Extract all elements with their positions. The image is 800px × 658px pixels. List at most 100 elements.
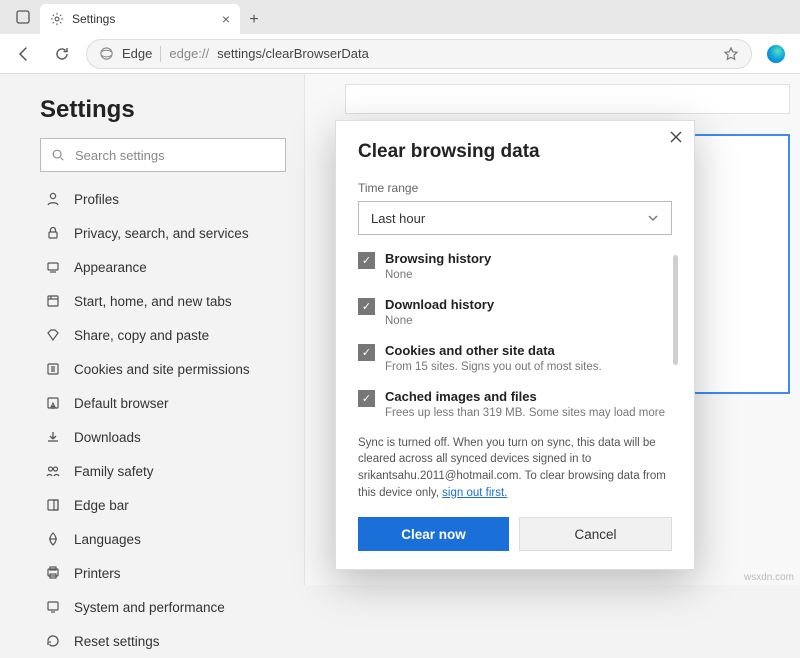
settings-sidebar: Settings Search settings Profiles Privacy… (0, 74, 305, 585)
menu-item-icon (44, 394, 62, 412)
star-icon (723, 46, 739, 62)
data-type-subtitle: None (385, 314, 494, 329)
menu-item-icon (44, 190, 62, 208)
address-bar[interactable]: Edge edge:// settings/clearBrowserData (86, 39, 752, 69)
data-type-subtitle: Frees up less than 319 MB. Some sites ma… (385, 406, 665, 421)
address-url-path: settings/clearBrowserData (217, 46, 369, 61)
data-type-title: Cookies and other site data (385, 343, 602, 358)
menu-item-label: Profiles (74, 192, 119, 207)
sidebar-item[interactable]: Profiles (40, 182, 286, 216)
arrow-left-icon (16, 46, 32, 62)
menu-item-label: Share, copy and paste (74, 328, 209, 343)
dialog-buttons: Clear now Cancel (358, 517, 672, 551)
refresh-button[interactable] (48, 40, 76, 68)
sidebar-item[interactable]: Privacy, search, and services (40, 216, 286, 250)
data-type-row: ✓ Browsing history None (358, 251, 672, 283)
profile-button[interactable] (762, 40, 790, 68)
chevron-down-icon (647, 212, 659, 224)
time-range-label: Time range (358, 181, 672, 195)
sidebar-item[interactable]: Languages (40, 522, 286, 556)
menu-item-icon (44, 530, 62, 548)
menu-item-label: Reset settings (74, 634, 160, 649)
data-type-list: ✓ Browsing history None ✓ Download history No… (358, 251, 672, 421)
scrollbar[interactable] (673, 255, 678, 365)
clear-browsing-data-dialog: Clear browsing data Time range Last hour… (335, 120, 695, 570)
cancel-button[interactable]: Cancel (519, 517, 672, 551)
divider (160, 46, 161, 62)
dialog-title: Clear browsing data (358, 141, 672, 163)
dialog-close-button[interactable] (670, 131, 682, 143)
data-type-subtitle: None (385, 268, 491, 283)
toolbar: Edge edge:// settings/clearBrowserData (0, 34, 800, 74)
sync-message: Sync is turned off. When you turn on syn… (358, 435, 672, 502)
menu-item-label: Appearance (74, 260, 147, 275)
refresh-icon (54, 46, 70, 62)
data-type-subtitle: From 15 sites. Signs you out of most sit… (385, 360, 602, 375)
checkbox[interactable]: ✓ (358, 252, 375, 269)
new-tab-button[interactable]: + (240, 6, 268, 34)
close-tab-button[interactable]: × (222, 11, 230, 27)
browser-tab[interactable]: Settings × (40, 4, 240, 34)
menu-item-label: Downloads (74, 430, 141, 445)
settings-search-placeholder: Search settings (75, 148, 165, 163)
menu-item-label: System and performance (74, 600, 225, 615)
search-icon (51, 148, 65, 162)
sidebar-item[interactable]: System and performance (40, 590, 286, 624)
checkbox[interactable]: ✓ (358, 390, 375, 407)
data-type-row: ✓ Download history None (358, 297, 672, 329)
address-url-prefix: edge:// (169, 46, 209, 61)
watermark: wsxdn.com (744, 572, 794, 583)
sync-message-text: Sync is turned off. When you turn on syn… (358, 437, 666, 499)
close-icon (670, 131, 682, 143)
menu-item-label: Cookies and site permissions (74, 362, 250, 377)
checkbox[interactable]: ✓ (358, 344, 375, 361)
menu-item-icon (44, 360, 62, 378)
clear-now-button[interactable]: Clear now (358, 517, 509, 551)
menu-item-label: Printers (74, 566, 121, 581)
tab-actions-button[interactable] (10, 4, 36, 30)
sidebar-item[interactable]: Reset settings (40, 624, 286, 658)
sign-out-link[interactable]: sign out first. (442, 487, 507, 499)
square-icon (15, 9, 31, 25)
menu-item-label: Privacy, search, and services (74, 226, 249, 241)
menu-item-icon (44, 326, 62, 344)
menu-item-icon (44, 258, 62, 276)
menu-item-label: Edge bar (74, 498, 129, 513)
gear-icon (50, 12, 64, 26)
tab-bar: Settings × + (0, 0, 800, 34)
tab-title: Settings (72, 12, 115, 26)
data-type-title: Cached images and files (385, 389, 665, 404)
menu-item-label: Family safety (74, 464, 154, 479)
sidebar-item[interactable]: Start, home, and new tabs (40, 284, 286, 318)
sidebar-item[interactable]: Downloads (40, 420, 286, 454)
sidebar-item[interactable]: Edge bar (40, 488, 286, 522)
menu-item-icon (44, 462, 62, 480)
data-type-title: Browsing history (385, 251, 491, 266)
favorites-button[interactable] (723, 46, 739, 62)
address-brand: Edge (122, 46, 152, 61)
menu-item-icon (44, 428, 62, 446)
menu-item-icon (44, 292, 62, 310)
edge-logo-icon (767, 45, 785, 63)
menu-item-icon (44, 564, 62, 582)
sidebar-item[interactable]: Share, copy and paste (40, 318, 286, 352)
sidebar-item[interactable]: Cookies and site permissions (40, 352, 286, 386)
sidebar-item[interactable]: Family safety (40, 454, 286, 488)
data-type-row: ✓ Cached images and files Frees up less th… (358, 389, 672, 421)
content-panel (345, 84, 790, 114)
menu-item-label: Languages (74, 532, 141, 547)
back-button[interactable] (10, 40, 38, 68)
sidebar-item[interactable]: Default browser (40, 386, 286, 420)
time-range-dropdown[interactable]: Last hour (358, 201, 672, 235)
time-range-value: Last hour (371, 211, 425, 226)
menu-item-icon (44, 496, 62, 514)
menu-item-icon (44, 598, 62, 616)
checkbox[interactable]: ✓ (358, 298, 375, 315)
menu-item-label: Start, home, and new tabs (74, 294, 232, 309)
settings-search[interactable]: Search settings (40, 138, 286, 172)
menu-item-icon (44, 632, 62, 650)
sidebar-item[interactable]: Appearance (40, 250, 286, 284)
data-type-title: Download history (385, 297, 494, 312)
menu-item-label: Default browser (74, 396, 169, 411)
settings-heading: Settings (40, 96, 286, 124)
